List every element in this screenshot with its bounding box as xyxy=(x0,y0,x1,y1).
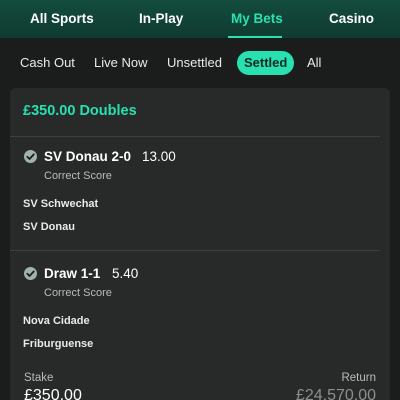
team-away: Friburguense xyxy=(23,338,94,350)
check-circle-icon xyxy=(24,267,37,280)
nav-tab-my-bets[interactable]: My Bets xyxy=(231,0,283,38)
stake-label: Stake xyxy=(24,372,54,384)
filter-settled[interactable]: Settled xyxy=(237,51,295,75)
filter-cash-out[interactable]: Cash Out xyxy=(20,51,75,75)
selection-market: Correct Score xyxy=(44,170,112,182)
return-value: £24,570.00 xyxy=(295,387,376,400)
selection-odds: 13.00 xyxy=(142,149,176,164)
divider xyxy=(10,250,380,251)
team-away: SV Donau xyxy=(23,221,75,233)
top-navigation: All Sports In-Play My Bets Casino xyxy=(0,0,400,38)
filter-live-now[interactable]: Live Now xyxy=(94,51,147,75)
nav-tab-all-sports[interactable]: All Sports xyxy=(30,0,94,38)
bet-filter-bar: Cash Out Live Now Unsettled Settled All xyxy=(0,38,400,88)
divider xyxy=(10,136,380,137)
filter-unsettled[interactable]: Unsettled xyxy=(167,51,222,75)
selection-name: SV Donau 2-0 xyxy=(44,149,132,164)
check-circle-icon xyxy=(24,150,37,163)
selection-name: Draw 1-1 xyxy=(44,266,101,281)
filter-all[interactable]: All xyxy=(307,51,321,75)
selection-market: Correct Score xyxy=(44,287,112,299)
return-label: Return xyxy=(341,372,376,384)
nav-tab-casino[interactable]: Casino xyxy=(329,0,374,38)
bet-title: £350.00 Doubles xyxy=(23,103,137,119)
stake-value: £350.00 xyxy=(24,387,82,400)
team-home: Nova Cidade xyxy=(23,315,90,327)
nav-tab-in-play[interactable]: In-Play xyxy=(139,0,183,38)
selection-odds: 5.40 xyxy=(112,266,139,281)
bet-card[interactable]: £350.00 Doubles SV Donau 2-0 13.00 Corre… xyxy=(10,88,390,400)
team-home: SV Schwechat xyxy=(23,198,99,210)
